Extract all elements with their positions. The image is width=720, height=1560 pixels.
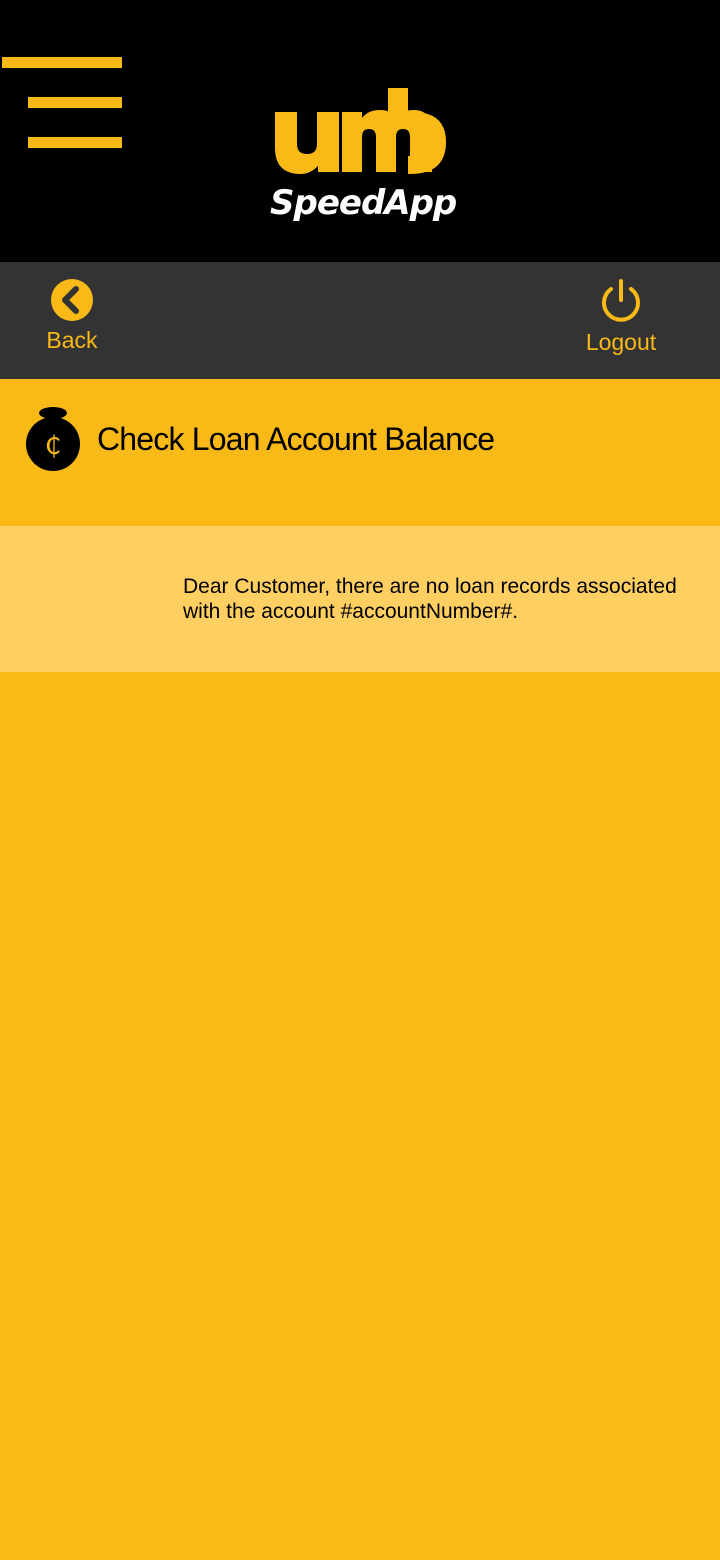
logout-label: Logout [585, 329, 657, 355]
no-loan-records-message: Dear Customer, there are no loan records… [183, 575, 677, 623]
nav-bar: Back Logout [0, 262, 720, 379]
page-title: Check Loan Account Balance [97, 421, 495, 457]
money-bag-cedi-icon: ₵ [24, 406, 82, 472]
logo-wordmark: SpeedApp [270, 183, 457, 223]
back-label: Back [46, 327, 98, 353]
logout-button[interactable]: Logout [566, 278, 676, 368]
page-header: ₵ Check Loan Account Balance [0, 379, 720, 526]
chevron-left-circle-icon [51, 279, 93, 321]
svg-text:₵: ₵ [45, 431, 62, 461]
power-icon [602, 279, 640, 322]
umb-logo-mark: umb [275, 88, 446, 174]
back-button[interactable]: Back [17, 278, 127, 368]
info-message-panel: Dear Customer, there are no loan records… [0, 526, 720, 672]
app-header: umb SpeedApp [0, 0, 720, 262]
hamburger-menu-icon [2, 57, 122, 148]
app-logo: umb SpeedApp [270, 82, 457, 232]
hamburger-menu-button[interactable] [0, 50, 130, 156]
